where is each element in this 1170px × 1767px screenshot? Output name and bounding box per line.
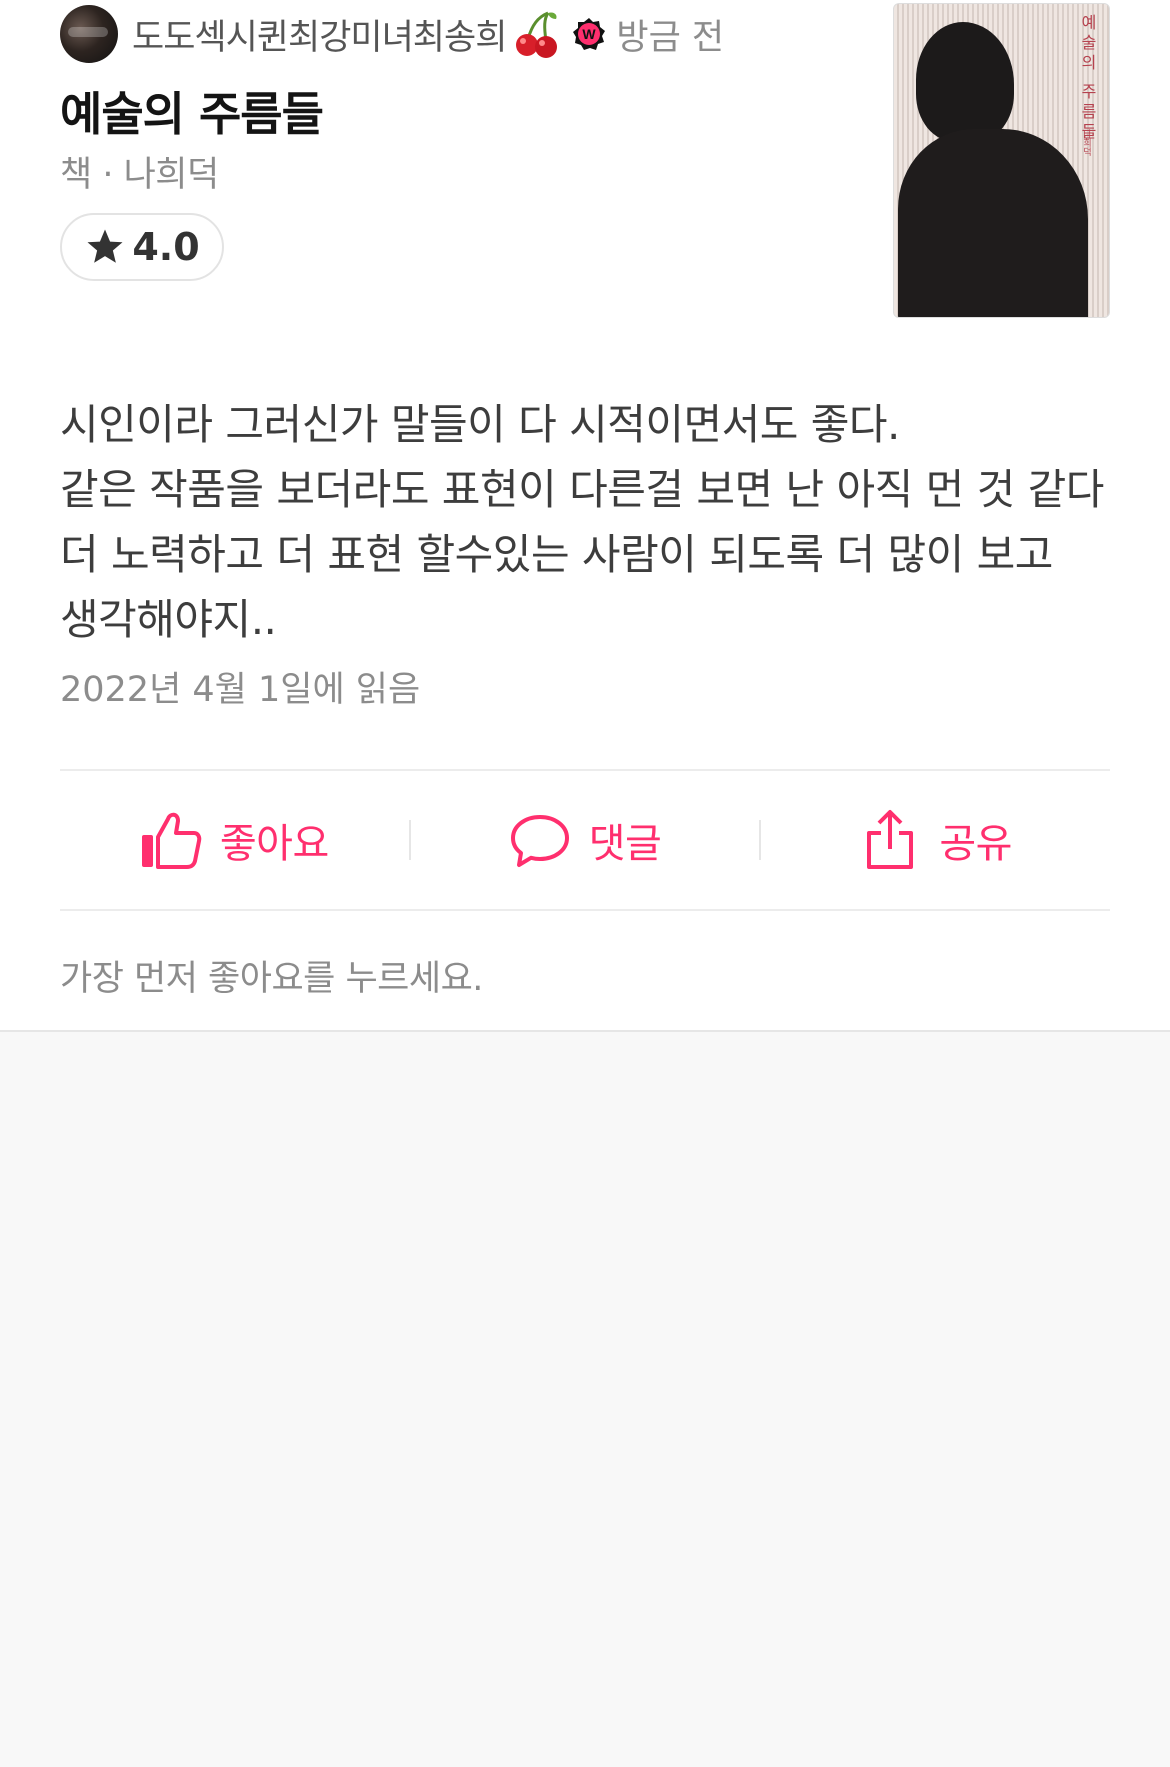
thumbs-up-icon xyxy=(140,809,202,871)
share-icon xyxy=(859,809,921,871)
speech-bubble-icon xyxy=(509,809,571,871)
cover-title: 예술의 주름들 xyxy=(1078,14,1097,144)
cherry-icon xyxy=(514,9,560,59)
cover-figure-head xyxy=(916,22,1014,142)
divider xyxy=(60,909,1110,911)
cover-figure-body xyxy=(898,129,1088,317)
action-bar: 좋아요 댓글 공유 xyxy=(60,771,1110,909)
rating-value: 4.0 xyxy=(132,225,200,269)
likes-hint[interactable]: 가장 먼저 좋아요를 누르세요. xyxy=(60,950,483,1001)
book-title[interactable]: 예술의 주름들 xyxy=(60,78,324,144)
comment-button[interactable]: 댓글 xyxy=(411,771,760,909)
share-label: 공유 xyxy=(939,821,1012,867)
svg-text:W: W xyxy=(583,26,597,42)
book-cover[interactable]: 예술의 주름들 나희덕 xyxy=(893,3,1110,318)
review-text[interactable]: 시인이라 그러신가 말들이 다 시적이면서도 좋다. 같은 작품을 보더라도 표… xyxy=(60,392,1110,652)
user-row[interactable]: 도도섹시퀸최강미녀최송희 W 방금 전 xyxy=(60,4,724,64)
username[interactable]: 도도섹시퀸최강미녀최송희 xyxy=(132,9,507,60)
rating-badge: 4.0 xyxy=(60,213,224,281)
like-label: 좋아요 xyxy=(219,821,329,867)
comment-label: 댓글 xyxy=(588,821,662,867)
timestamp: 방금 전 xyxy=(616,17,725,58)
like-button[interactable]: 좋아요 xyxy=(60,771,409,909)
read-date: 2022년 4월 1일에 읽음 xyxy=(60,670,421,710)
watcha-badge-icon: W xyxy=(572,17,606,51)
star-icon xyxy=(84,226,126,268)
book-meta: 책 · 나희덕 xyxy=(60,155,219,195)
share-button[interactable]: 공유 xyxy=(761,771,1110,909)
cover-author: 나희덕 xyxy=(1081,129,1091,156)
review-card: 도도섹시퀸최강미녀최송희 W 방금 전 예술의 주름들 책 · 나희덕 4.0 … xyxy=(0,0,1170,1032)
avatar[interactable] xyxy=(60,5,118,63)
